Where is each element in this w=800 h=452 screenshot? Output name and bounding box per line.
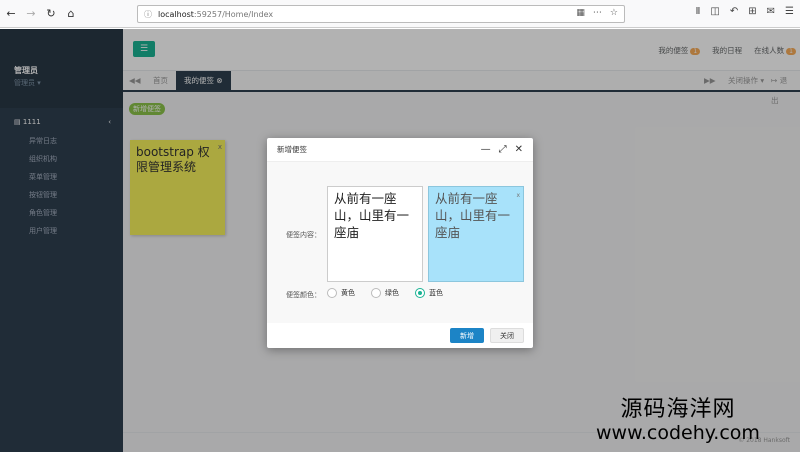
watermark-title: 源码海洋网: [620, 397, 736, 422]
bookmark-star-icon[interactable]: ☆: [610, 8, 618, 18]
add-button[interactable]: 新增: [450, 328, 484, 343]
color-radio-green[interactable]: 绿色: [371, 288, 399, 298]
note-color-label: 便签颜色：: [286, 291, 321, 299]
watermark-url: www.codehy.com: [596, 422, 760, 444]
note-content-textarea[interactable]: 从前有一座山，山里有一座庙: [327, 186, 423, 282]
dialog-body: 便签内容： 从前有一座山，山里有一座庙 x 从前有一座山，山里有一座庙 便签颜色…: [267, 162, 533, 323]
dialog-title: 新增便签: [277, 145, 307, 154]
back-icon[interactable]: ←: [2, 5, 20, 23]
info-icon[interactable]: ⓘ: [144, 9, 152, 20]
undo-icon[interactable]: ↶: [730, 6, 738, 17]
note-preview-text: 从前有一座山，山里有一座庙: [435, 191, 511, 240]
address-bar[interactable]: ⓘ localhost:59257/Home/Index ▦ ⋯ ☆: [137, 5, 625, 23]
color-radio-blue[interactable]: 蓝色: [415, 288, 443, 298]
note-content-label: 便签内容：: [286, 231, 321, 239]
forward-icon[interactable]: →: [22, 5, 40, 23]
radio-label-yellow: 黄色: [341, 289, 355, 297]
close-icon[interactable]: ✕: [515, 144, 523, 155]
browser-toolbar: ← → ↻ ⌂ ⓘ localhost:59257/Home/Index ▦ ⋯…: [0, 0, 800, 28]
radio-label-green: 绿色: [385, 289, 399, 297]
crop-icon[interactable]: ⊞: [748, 6, 756, 17]
close-button[interactable]: 关闭: [490, 328, 524, 343]
new-note-dialog: 新增便签 — ⤢ ✕ 便签内容： 从前有一座山，山里有一座庙 x 从前有一座山，…: [267, 138, 533, 348]
url-path: :59257/Home/Index: [193, 9, 274, 19]
library-icon[interactable]: Ⅱ: [695, 6, 700, 17]
watermark: 源码海洋网 www.codehy.com: [596, 397, 760, 445]
radio-circle-icon[interactable]: [371, 288, 381, 298]
dialog-header: 新增便签 — ⤢ ✕: [267, 138, 533, 162]
radio-circle-checked-icon[interactable]: [415, 288, 425, 298]
minimize-icon[interactable]: —: [481, 144, 491, 155]
qr-code-icon[interactable]: ▦: [576, 8, 585, 18]
chat-icon[interactable]: ✉: [767, 6, 775, 17]
page-actions-icon[interactable]: ⋯: [593, 8, 602, 18]
color-radio-group: 黄色 绿色 蓝色: [327, 288, 443, 298]
note-preview: x 从前有一座山，山里有一座庙: [428, 186, 524, 282]
radio-circle-icon[interactable]: [327, 288, 337, 298]
hamburger-menu-icon[interactable]: ☰: [785, 6, 794, 17]
sidebar-toggle-icon[interactable]: ◫: [710, 6, 719, 17]
dialog-footer: 新增 关闭: [267, 323, 533, 348]
preview-close-icon[interactable]: x: [516, 187, 520, 204]
radio-label-blue: 蓝色: [429, 289, 443, 297]
color-radio-yellow[interactable]: 黄色: [327, 288, 355, 298]
home-icon[interactable]: ⌂: [62, 5, 80, 23]
url-host: localhost: [158, 9, 194, 19]
reload-icon[interactable]: ↻: [42, 5, 60, 23]
maximize-icon[interactable]: ⤢: [499, 144, 507, 155]
